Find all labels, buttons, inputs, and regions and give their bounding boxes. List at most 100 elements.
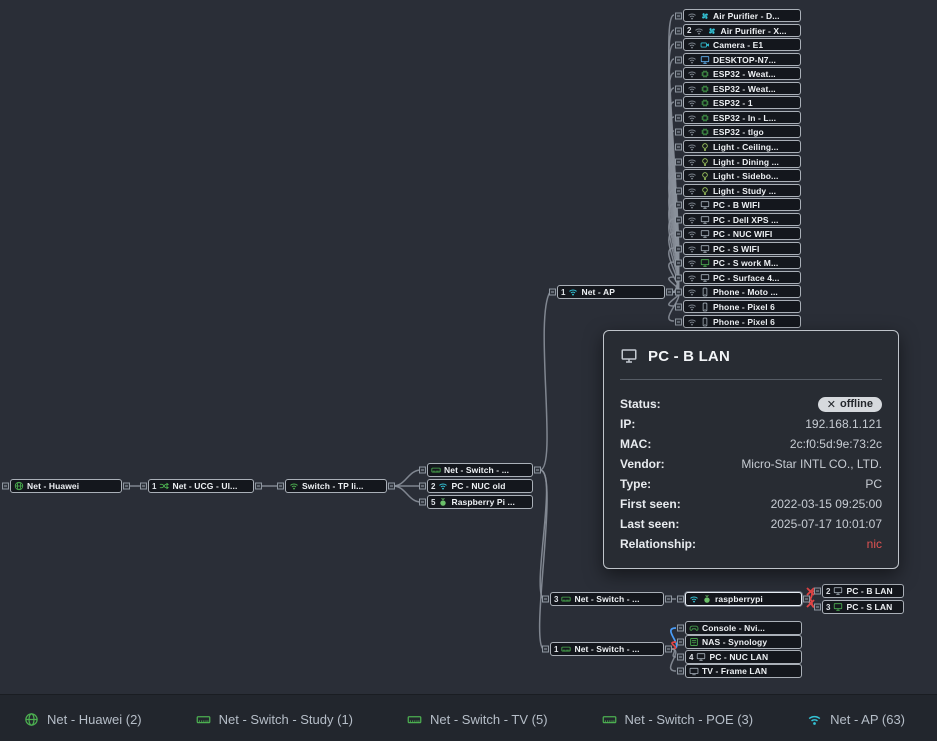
device-node-esp32-weat2[interactable]: ESP32 - Weat...: [683, 82, 801, 95]
collapse-port[interactable]: [675, 318, 682, 325]
node-pc-nuc-old[interactable]: 2PC - NUC old: [427, 479, 533, 493]
device-node-light-study[interactable]: Light - Study ...: [683, 184, 801, 197]
collapse-port[interactable]: [675, 143, 682, 150]
node-net-switch-main[interactable]: Net - Switch - ...: [427, 463, 533, 477]
device-node-esp32-in-l[interactable]: ESP32 - In - L...: [683, 111, 801, 124]
collapse-port[interactable]: [677, 625, 684, 632]
collapse-port[interactable]: [388, 483, 395, 490]
device-node-phone-pixel6-a[interactable]: Phone - Pixel 6: [683, 300, 801, 313]
collapse-port[interactable]: [255, 483, 262, 490]
collapse-port[interactable]: [675, 187, 682, 194]
collapse-port[interactable]: [542, 596, 549, 603]
device-node-pc-s-wifi[interactable]: PC - S WIFI: [683, 242, 801, 255]
collapse-port[interactable]: [677, 654, 684, 661]
tab-net-huawei[interactable]: Net - Huawei (2): [10, 695, 156, 741]
collapse-port[interactable]: [2, 483, 9, 490]
collapse-port[interactable]: [419, 483, 426, 490]
collapse-port[interactable]: [675, 172, 682, 179]
node-net-switch-b1[interactable]: 3Net - Switch - ...: [550, 592, 664, 606]
collapse-port[interactable]: [675, 245, 682, 252]
collapse-port[interactable]: [677, 668, 684, 675]
collapse-port[interactable]: [677, 596, 684, 603]
collapse-port[interactable]: [675, 216, 682, 223]
collapse-port[interactable]: [665, 646, 672, 653]
collapse-port[interactable]: [277, 483, 284, 490]
node-net-switch-b2[interactable]: 1Net - Switch - ...: [550, 642, 664, 656]
device-node-phone-moto[interactable]: Phone - Moto ...: [683, 285, 801, 298]
device-node-camera-e1[interactable]: Camera - E1: [683, 38, 801, 51]
collapse-port[interactable]: [675, 114, 682, 121]
tab-net-switch-tv[interactable]: Net - Switch - TV (5): [393, 695, 562, 741]
collapse-port[interactable]: [675, 85, 682, 92]
device-node-light-ceiling[interactable]: Light - Ceiling...: [683, 140, 801, 153]
node-tv-frame-lan[interactable]: TV - Frame LAN: [685, 664, 802, 678]
node-raspberry-pi[interactable]: 5Raspberry Pi ...: [427, 495, 533, 509]
collapse-port[interactable]: [675, 259, 682, 266]
wifi-icon: [687, 113, 697, 123]
node-net-ucg[interactable]: 1Net - UCG - Ul...: [148, 479, 254, 493]
device-node-pc-surface[interactable]: PC - Surface 4...: [683, 271, 801, 284]
device-node-air-purifier-d[interactable]: Air Purifier - D...: [683, 9, 801, 22]
collapse-port[interactable]: [675, 27, 682, 34]
device-node-light-dining[interactable]: Light - Dining ...: [683, 155, 801, 168]
collapse-port[interactable]: [665, 596, 672, 603]
device-node-esp32-tlgo[interactable]: ESP32 - tlgo: [683, 125, 801, 138]
tooltip-row-ip: IP:192.168.1.121: [620, 414, 882, 434]
node-raspberrypi-selected[interactable]: raspberrypi: [685, 592, 802, 606]
collapse-port[interactable]: [675, 274, 682, 281]
tab-net-switch-poe[interactable]: Net - Switch - POE (3): [588, 695, 768, 741]
device-node-light-sideboard[interactable]: Light - Sidebo...: [683, 169, 801, 182]
node-label: Net - Switch - ...: [574, 594, 639, 604]
device-node-pc-b-wifi[interactable]: PC - B WIFI: [683, 198, 801, 211]
device-node-desktop[interactable]: DESKTOP-N7...: [683, 53, 801, 66]
collapse-port[interactable]: [677, 639, 684, 646]
collapse-port[interactable]: [675, 288, 682, 295]
collapse-port[interactable]: [675, 70, 682, 77]
node-pc-b-lan[interactable]: 2PC - B LAN: [822, 584, 904, 598]
collapse-port[interactable]: [675, 12, 682, 19]
wifi-icon: [568, 287, 578, 297]
collapse-port[interactable]: [675, 99, 682, 106]
node-net-huawei[interactable]: Net - Huawei: [10, 479, 122, 493]
node-net-ap[interactable]: 1Net - AP: [557, 285, 665, 299]
node-switch-tp[interactable]: Switch - TP li...: [285, 479, 387, 493]
globe-icon: [14, 481, 24, 491]
collapse-port[interactable]: [814, 604, 821, 611]
pc-icon: [620, 347, 638, 365]
device-node-pc-s-work[interactable]: PC - S work M...: [683, 256, 801, 269]
node-pc-nuc-lan[interactable]: 4PC - NUC LAN: [685, 650, 802, 664]
collapse-port[interactable]: [419, 467, 426, 474]
device-node-pc-dell-xps[interactable]: PC - Dell XPS ...: [683, 213, 801, 226]
wifi-icon: [687, 142, 697, 152]
tab-net-switch-study[interactable]: Net - Switch - Study (1): [182, 695, 367, 741]
collapse-port[interactable]: [675, 201, 682, 208]
collapse-port[interactable]: [675, 128, 682, 135]
collapse-port[interactable]: [675, 303, 682, 310]
collapse-port[interactable]: [123, 483, 130, 490]
device-node-pc-nuc-wifi[interactable]: PC - NUC WIFI: [683, 227, 801, 240]
wifi-icon: [807, 712, 822, 727]
device-node-esp32-weat1[interactable]: ESP32 - Weat...: [683, 67, 801, 80]
node-console-nvidia[interactable]: Console - Nvi...: [685, 621, 802, 635]
tab-net-ap[interactable]: Net - AP (63): [793, 695, 919, 741]
collapse-port[interactable]: [675, 56, 682, 63]
node-label: Net - Switch - ...: [574, 644, 639, 654]
collapse-port[interactable]: [549, 289, 556, 296]
collapse-port[interactable]: [140, 483, 147, 490]
collapse-port[interactable]: [666, 289, 673, 296]
collapse-port[interactable]: [803, 596, 810, 603]
collapse-port[interactable]: [419, 499, 426, 506]
collapse-port[interactable]: [542, 646, 549, 653]
device-node-esp32-1[interactable]: ESP32 - 1: [683, 96, 801, 109]
collapse-port[interactable]: [675, 230, 682, 237]
collapse-port[interactable]: [675, 41, 682, 48]
node-pc-s-lan[interactable]: 3PC - S LAN: [822, 600, 904, 614]
device-node-air-purifier-x[interactable]: 2Air Purifier - X...: [683, 24, 801, 37]
collapse-port[interactable]: [814, 588, 821, 595]
collapse-port[interactable]: [675, 158, 682, 165]
collapse-port[interactable]: [534, 467, 541, 474]
device-node-phone-pixel6-b[interactable]: Phone - Pixel 6: [683, 315, 801, 328]
node-nas-synology[interactable]: NAS - Synology: [685, 635, 802, 649]
raspberry-icon: [702, 594, 712, 604]
wifi-icon: [687, 171, 697, 181]
